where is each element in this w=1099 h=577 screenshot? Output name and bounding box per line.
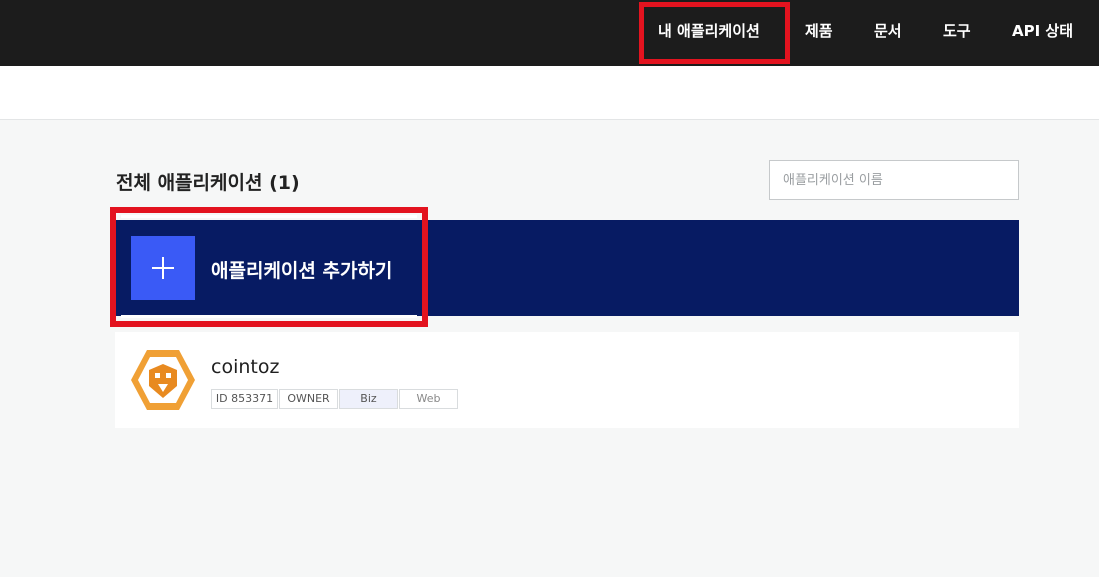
page-title: 전체 애플리케이션 (1) [116,172,300,194]
highlight-inner-line [121,215,417,218]
lion-logo-icon [131,350,195,410]
nav-item-api-status[interactable]: API 상태 [1012,0,1073,66]
add-application-button[interactable] [131,236,195,300]
app-search-input[interactable] [769,160,1019,200]
sub-header-bar [0,66,1099,120]
app-platform-tag: Web [399,389,458,409]
nav-item-docs[interactable]: 문서 [874,0,902,66]
active-nav-highlight [639,2,790,64]
app-card[interactable]: cointoz ID 853371 OWNER Biz Web [115,332,1019,428]
app-id-tag: ID 853371 [211,389,278,409]
app-name[interactable]: cointoz [211,356,279,378]
top-navigation-bar: 내 애플리케이션 제품 문서 도구 API 상태 [0,0,1099,66]
app-plan-tag: Biz [339,389,398,409]
nav-item-tools[interactable]: 도구 [943,0,971,66]
add-application-label[interactable]: 애플리케이션 추가하기 [211,256,392,283]
plus-icon [152,257,174,279]
highlight-inner-line [121,315,417,318]
app-role-tag: OWNER [279,389,338,409]
nav-item-products[interactable]: 제품 [805,0,833,66]
